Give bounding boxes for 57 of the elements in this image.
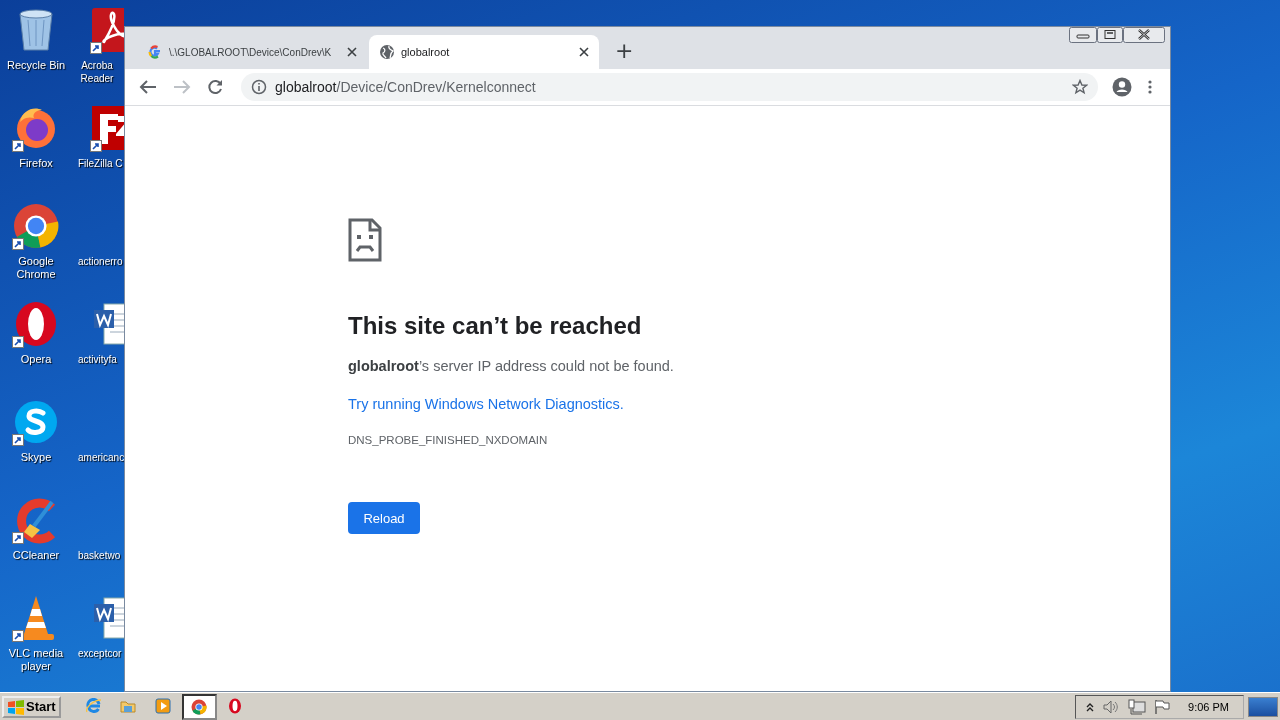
icon-label[interactable]: Firefox: [4, 157, 68, 170]
error-heading: This site can’t be reached: [348, 312, 642, 340]
letter-tile-icon[interactable]: [90, 104, 124, 152]
star-icon[interactable]: [1072, 79, 1088, 95]
globe-icon: [379, 44, 395, 60]
chevron-up-icon[interactable]: [1086, 701, 1095, 712]
sad-page-icon: [348, 218, 382, 262]
icon-label[interactable]: exceptcor: [78, 647, 124, 660]
icon-label[interactable]: americanc: [78, 451, 124, 464]
round-logo-icon[interactable]: [12, 202, 60, 250]
icon-label[interactable]: FileZilla C: [78, 157, 124, 170]
icon-label[interactable]: Acroba Reader: [78, 59, 116, 85]
icon-label[interactable]: basketwo: [78, 549, 124, 562]
icon-label[interactable]: Recycle Bin: [4, 59, 68, 72]
minimize-icon[interactable]: [1069, 27, 1097, 43]
error-code: DNS_PROBE_FINISHED_NXDOMAIN: [348, 434, 548, 446]
icon-label[interactable]: Skype: [4, 451, 68, 464]
network-icon[interactable]: [1128, 698, 1147, 715]
close-icon[interactable]: [347, 47, 357, 57]
clock-time[interactable]: 9:06 PM: [1188, 700, 1229, 713]
browser-tab[interactable]: \.\GLOBALROOT\Device\ConDrev\K: [137, 35, 367, 69]
reload-button[interactable]: Reload: [348, 502, 420, 534]
browser-e-icon: [85, 697, 102, 714]
icon-label[interactable]: Google Chrome: [4, 255, 68, 281]
windows-logo-icon: [7, 698, 25, 715]
browser-tab[interactable]: globalroot: [369, 35, 599, 69]
tab-title: \.\GLOBALROOT\Device\ConDrev\K: [169, 46, 333, 58]
url-text: globalroot/Device/ConDrev/Kernelconnect: [275, 79, 537, 95]
tab-title: globalroot: [401, 46, 451, 58]
new-tab-button[interactable]: +: [609, 35, 640, 65]
address-bar[interactable]: globalroot/Device/ConDrev/Kernelconnect: [241, 73, 1098, 101]
close-icon[interactable]: [579, 47, 589, 57]
flag-icon[interactable]: [1154, 698, 1171, 715]
error-message: globalroot’s server IP address could not be found.: [348, 358, 674, 374]
play-icon: [155, 697, 172, 714]
taskbar-app[interactable]: [181, 693, 217, 720]
close-icon[interactable]: [1123, 27, 1165, 43]
info-icon[interactable]: [251, 79, 267, 95]
round-logo-icon: [191, 698, 208, 715]
icon-label[interactable]: VLC media player: [4, 647, 68, 673]
menu-icon[interactable]: [1148, 79, 1152, 95]
reload-icon[interactable]: [207, 79, 223, 95]
icon-label[interactable]: actionerro: [78, 255, 124, 268]
document-app-icon[interactable]: [90, 6, 124, 54]
show-desktop-button[interactable]: [1248, 696, 1278, 717]
g-logo-icon: [147, 44, 163, 60]
letter-s-icon[interactable]: [12, 398, 60, 446]
profile-icon[interactable]: [1112, 77, 1132, 97]
icon-label[interactable]: activityfa: [78, 353, 124, 366]
icon-label[interactable]: CCleaner: [4, 549, 68, 562]
maximize-icon[interactable]: [1097, 27, 1123, 43]
start-button[interactable]: Start: [2, 695, 61, 718]
back-arrow-icon[interactable]: [139, 79, 157, 95]
speaker-icon[interactable]: [1102, 698, 1121, 715]
diagnostics-link[interactable]: Try running Windows Network Diagnostics.: [348, 396, 624, 412]
ring-logo-icon: [227, 697, 244, 714]
icon-label[interactable]: Opera: [4, 353, 68, 366]
